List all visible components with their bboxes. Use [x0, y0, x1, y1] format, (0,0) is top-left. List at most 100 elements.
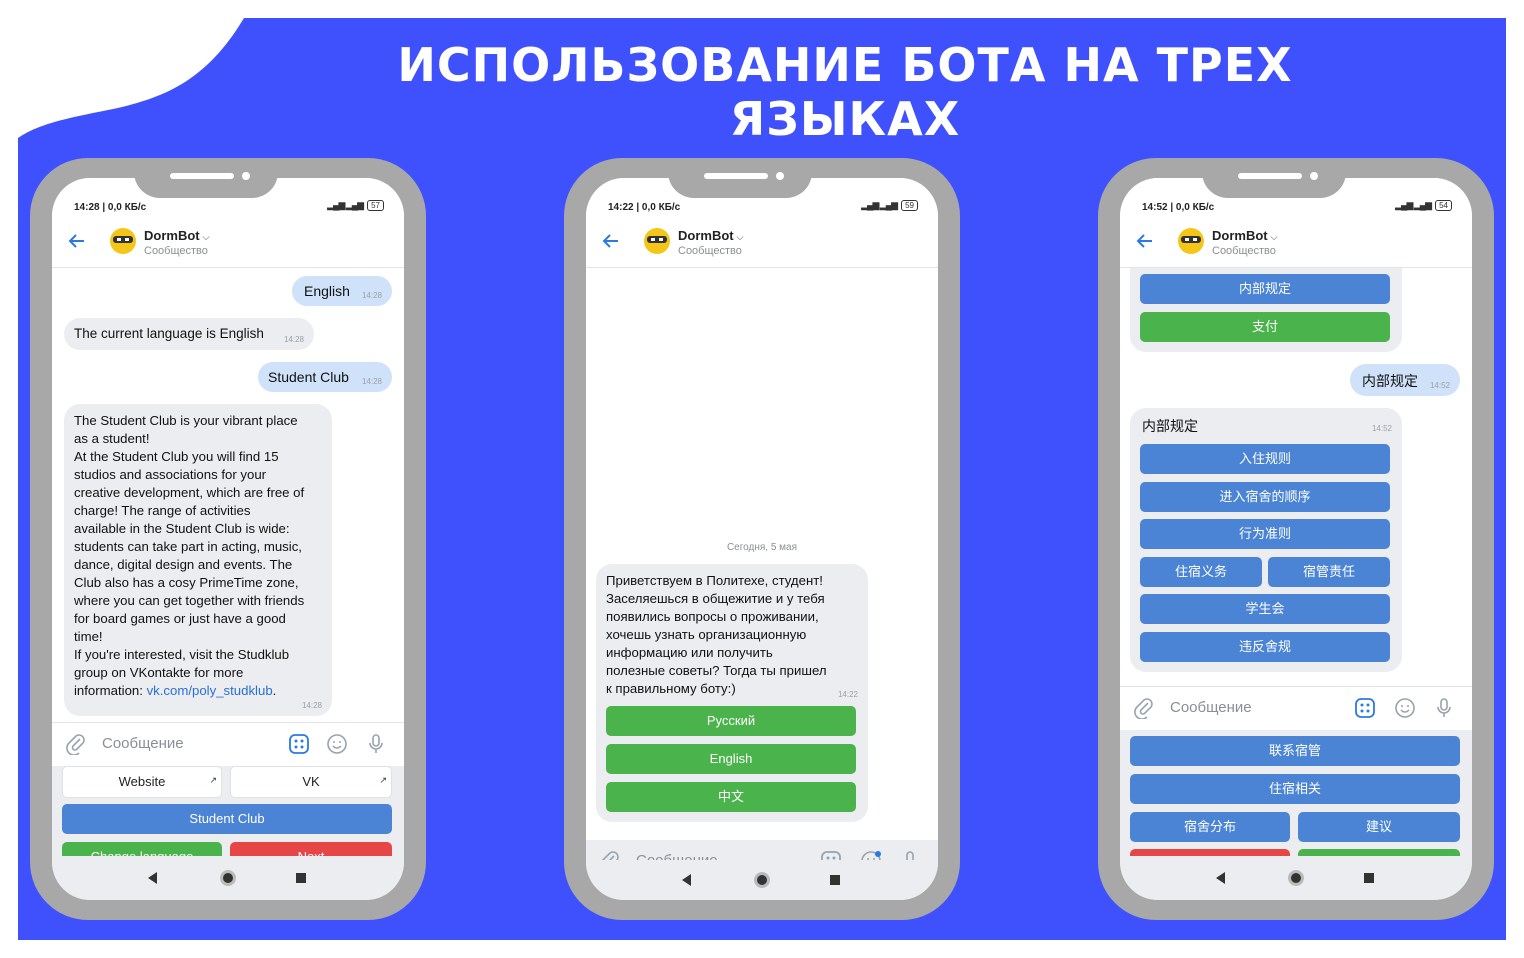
message-line: The Student Club is your vibrant place — [74, 413, 298, 428]
student-club-button[interactable]: Student Club — [62, 804, 392, 834]
message-out: 内部规定 14:52 — [1350, 364, 1460, 396]
violations-button[interactable]: 违反舍规 — [1140, 632, 1390, 662]
nav-home-icon[interactable] — [1288, 870, 1304, 886]
date-separator: Сегодня, 5 мая — [726, 542, 798, 553]
message-line: group on VKontakte for more — [74, 665, 244, 680]
chinese-button[interactable]: 中文 — [606, 782, 856, 812]
chat-area: Сегодня, 5 мая Приветствуем в Политехе, … — [586, 268, 938, 840]
bot-avatar[interactable] — [1176, 226, 1206, 256]
phone-screen: 14:52 | 0,0 КБ/с ▂▄▆ ▂▄▆ 54 DormBot ⌵ Соо… — [1120, 178, 1472, 900]
conduct-button[interactable]: 行为准则 — [1140, 519, 1390, 549]
student-council-button[interactable]: 学生会 — [1140, 594, 1390, 624]
duties-button[interactable]: 住宿义务 — [1140, 557, 1262, 587]
message-input[interactable]: Сообщение — [1170, 699, 1252, 716]
welcome-message: Приветствуем в Политехе, студент! Заселяе… — [596, 564, 868, 822]
nav-back-icon[interactable] — [148, 872, 157, 884]
chevron-down-icon: ⌵ — [202, 232, 210, 242]
bot-avatar[interactable] — [642, 226, 672, 256]
checkin-rules-button[interactable]: 入住规则 — [1140, 444, 1390, 474]
manager-duty-button[interactable]: 宿管责任 — [1268, 557, 1390, 587]
nav-home-icon[interactable] — [220, 870, 236, 886]
nav-recent-icon[interactable] — [1364, 873, 1374, 883]
phone-screen: 14:28 | 0,0 КБ/с ▂▄▆ ▂▄▆ 57 DormBot ⌵ Соо… — [52, 178, 404, 900]
message-line: creative development, which are free of — [74, 485, 305, 500]
chat-header: DormBot ⌵ Сообщество — [52, 218, 404, 268]
internal-rules-button[interactable]: 内部规定 — [1140, 274, 1390, 304]
bot-keyboard-icon[interactable] — [288, 733, 310, 755]
english-button[interactable]: English — [606, 744, 856, 774]
system-navbar — [1120, 856, 1472, 900]
nav-recent-icon[interactable] — [830, 875, 840, 885]
emoji-icon[interactable] — [326, 733, 348, 755]
bot-keyboard-icon[interactable] — [1354, 697, 1376, 719]
slide: ИСПОЛЬЗОВАНИЕ БОТА НА ТРЕХ ЯЗЫКАХ 14:28 … — [18, 18, 1506, 940]
chat-area: 内部规定 支付 内部规定 14:52 内部规定 14:52 入住规则 进入宿舍的… — [1120, 268, 1472, 686]
external-link-icon: ↗ — [379, 775, 387, 785]
message-in-long: The Student Club is your vibrant place as… — [64, 404, 332, 716]
back-arrow-icon[interactable] — [66, 230, 88, 252]
bot-name[interactable]: DormBot ⌵ — [678, 228, 743, 243]
suggestion-button[interactable]: 建议 — [1298, 812, 1460, 842]
contact-manager-button[interactable]: 联系宿管 — [1130, 736, 1460, 766]
message-line: students can take part in acting, music, — [74, 539, 302, 554]
status-indicators: ▂▄▆ ▂▄▆ 57 — [327, 200, 384, 211]
message-line: хочешь узнать организационную — [606, 627, 807, 642]
vk-link[interactable]: vk.com/poly_studklub — [147, 683, 273, 698]
signal-icon: ▂▄▆ ▂▄▆ — [861, 200, 898, 210]
russian-button[interactable]: Русский — [606, 706, 856, 736]
message-input-bar: Сообщение — [1120, 686, 1472, 730]
bot-keyboard: 联系宿管 住宿相关 宿舍分布 建议 返回 更改语言 — [1120, 730, 1472, 879]
battery-icon: 59 — [901, 200, 918, 211]
phone-english: 14:28 | 0,0 КБ/с ▂▄▆ ▂▄▆ 57 DormBot ⌵ Соо… — [30, 158, 426, 920]
phone-russian: 14:22 | 0,0 КБ/с ▂▄▆ ▂▄▆ 59 DormBot ⌵ Соо… — [564, 158, 960, 920]
phone-chinese: 14:52 | 0,0 КБ/с ▂▄▆ ▂▄▆ 54 DormBot ⌵ Соо… — [1098, 158, 1494, 920]
payment-button[interactable]: 支付 — [1140, 312, 1390, 342]
rules-menu-message: 内部规定 14:52 入住规则 进入宿舍的顺序 行为准则 住宿义务 宿管责任 学… — [1130, 408, 1402, 672]
nav-home-icon[interactable] — [754, 872, 770, 888]
vk-button[interactable]: VK ↗ — [230, 766, 392, 798]
message-line: Приветствуем в Политехе, студент! — [606, 573, 823, 588]
bot-subtitle: Сообщество — [144, 245, 208, 257]
message-line: where you can get together with friends — [74, 593, 305, 608]
chevron-down-icon: ⌵ — [736, 232, 744, 242]
nav-back-icon[interactable] — [682, 874, 691, 886]
battery-icon: 57 — [367, 200, 384, 211]
emoji-icon[interactable] — [1394, 697, 1416, 719]
housing-button[interactable]: 住宿相关 — [1130, 774, 1460, 804]
message-line: информацию или получить — [606, 645, 773, 660]
message-line: полезные советы? Тогда ты пришел — [606, 663, 827, 678]
message-line: к правильному боту:) — [606, 681, 736, 696]
paperclip-icon[interactable] — [1134, 697, 1154, 719]
dorm-layout-button[interactable]: 宿舍分布 — [1130, 812, 1290, 842]
phone-notch — [1202, 158, 1346, 198]
bot-avatar[interactable] — [108, 226, 138, 256]
message-input[interactable]: Сообщение — [102, 735, 184, 752]
microphone-icon[interactable] — [1434, 697, 1454, 719]
message-line: At the Student Club you will find 15 — [74, 449, 279, 464]
signal-icon: ▂▄▆ ▂▄▆ — [1395, 200, 1432, 210]
paperclip-icon[interactable] — [66, 733, 86, 755]
phone-notch — [668, 158, 812, 198]
message-line: available in the Student Club is wide: — [74, 521, 290, 536]
chat-area: English 14:28 The current language is En… — [52, 268, 404, 722]
message-line: If you're interested, visit the Studklub — [74, 647, 290, 662]
system-navbar — [52, 856, 404, 900]
nav-back-icon[interactable] — [1216, 872, 1225, 884]
bot-name[interactable]: DormBot ⌵ — [1212, 228, 1277, 243]
message-input-bar: Сообщение — [52, 722, 404, 766]
message-line: for board games or just have a good — [74, 611, 286, 626]
website-button[interactable]: Website ↗ — [62, 766, 222, 798]
nav-recent-icon[interactable] — [296, 873, 306, 883]
chevron-down-icon: ⌵ — [1270, 232, 1278, 242]
slide-title: ИСПОЛЬЗОВАНИЕ БОТА НА ТРЕХ ЯЗЫКАХ — [397, 38, 1293, 146]
entry-order-button[interactable]: 进入宿舍的顺序 — [1140, 482, 1390, 512]
back-arrow-icon[interactable] — [600, 230, 622, 252]
status-indicators: ▂▄▆ ▂▄▆ 54 — [1395, 200, 1452, 211]
bot-name[interactable]: DormBot ⌵ — [144, 228, 209, 243]
microphone-icon[interactable] — [366, 733, 386, 755]
menu-title: 内部规定 — [1142, 418, 1198, 434]
message-out: Student Club 14:28 — [258, 362, 392, 392]
white-corner-shape — [18, 18, 244, 138]
back-arrow-icon[interactable] — [1134, 230, 1156, 252]
bot-subtitle: Сообщество — [678, 245, 742, 257]
